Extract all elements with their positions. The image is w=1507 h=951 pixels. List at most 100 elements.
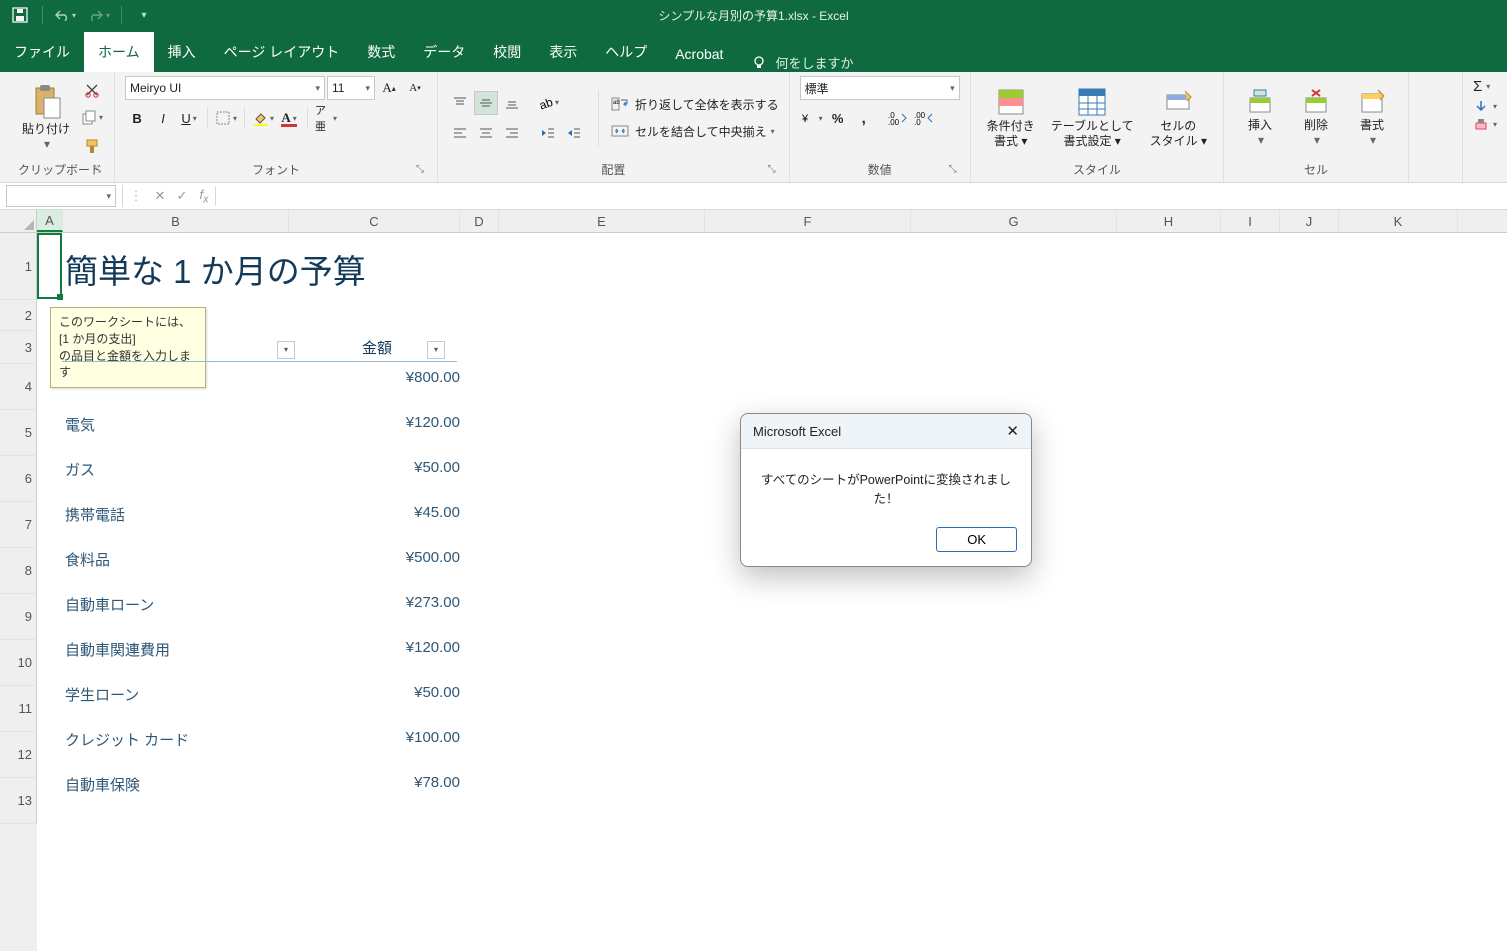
font-size-combo[interactable]: 11▾ [327, 76, 375, 100]
tab-acrobat[interactable]: Acrobat [661, 36, 737, 72]
tab-home[interactable]: ホーム [84, 32, 154, 72]
accounting-format-icon[interactable]: ¥▾ [800, 106, 824, 130]
format-as-table-button[interactable]: テーブルとして 書式設定 ▾ [1045, 85, 1140, 150]
wrap-text-button[interactable]: ab折り返して全体を表示する [611, 96, 779, 113]
number-launcher-icon[interactable]: ⤡ [946, 164, 960, 178]
align-top-icon[interactable] [448, 91, 472, 115]
row-header[interactable]: 11 [0, 686, 37, 732]
underline-icon[interactable]: U▾ [177, 106, 201, 130]
row-header[interactable]: 12 [0, 732, 37, 778]
format-painter-icon[interactable] [80, 134, 104, 158]
tab-data[interactable]: データ [409, 32, 479, 72]
tab-help[interactable]: ヘルプ [591, 32, 661, 72]
bold-icon[interactable]: B [125, 106, 149, 130]
grow-font-icon[interactable]: A▴ [377, 76, 401, 100]
col-header[interactable]: H [1117, 210, 1221, 232]
fill-icon[interactable] [1473, 99, 1489, 113]
redo-icon[interactable]: ▾ [85, 3, 113, 27]
tab-view[interactable]: 表示 [535, 32, 591, 72]
col-header[interactable]: J [1280, 210, 1339, 232]
col-header[interactable]: K [1339, 210, 1458, 232]
row-header[interactable]: 2 [0, 300, 37, 331]
font-launcher-icon[interactable]: ⤡ [413, 164, 427, 178]
close-icon[interactable]: ✕ [1006, 422, 1019, 440]
tab-file[interactable]: ファイル [0, 32, 84, 72]
paste-button[interactable]: 貼り付け▾ [16, 82, 76, 153]
row-header[interactable]: 3 [0, 331, 37, 364]
align-bottom-icon[interactable] [500, 91, 524, 115]
enter-formula-icon[interactable]: ✓ [171, 188, 193, 204]
cut-icon[interactable] [80, 78, 104, 102]
tab-page-layout[interactable]: ページ レイアウト [210, 32, 354, 72]
row-header[interactable]: 1 [0, 233, 37, 300]
align-center-icon[interactable] [474, 121, 498, 145]
row-header[interactable]: 7 [0, 502, 37, 548]
group-number: 標準▾ ¥▾ % , .0.00 .00.0 数値⤡ [790, 72, 971, 182]
clear-icon[interactable] [1473, 117, 1489, 131]
format-cells-button[interactable]: 書式▾ [1346, 86, 1398, 149]
font-name-combo[interactable]: Meiryo UI▾ [125, 76, 325, 100]
shrink-font-icon[interactable]: A▾ [403, 76, 427, 100]
filter-button[interactable]: ▾ [277, 339, 295, 359]
tab-insert[interactable]: 挿入 [154, 32, 210, 72]
number-format-combo[interactable]: 標準▾ [800, 76, 960, 100]
col-header[interactable]: D [460, 210, 499, 232]
col-header[interactable]: E [499, 210, 705, 232]
borders-icon[interactable]: ▾ [214, 106, 238, 130]
col-header[interactable]: B [63, 210, 289, 232]
copy-icon[interactable]: ▾ [80, 106, 104, 130]
formula-input[interactable] [215, 186, 1507, 206]
filter-button[interactable]: ▾ [427, 339, 445, 359]
namebox-handle-icon[interactable]: ⋮ [123, 188, 149, 204]
decrease-decimal-icon[interactable]: .00.0 [912, 106, 936, 130]
font-color-icon[interactable]: A▾ [277, 106, 301, 130]
comma-icon[interactable]: , [852, 106, 876, 130]
align-right-icon[interactable] [500, 121, 524, 145]
row-header[interactable]: 13 [0, 778, 37, 824]
cancel-formula-icon[interactable]: ✕ [149, 188, 171, 204]
fx-icon[interactable]: fx [193, 187, 215, 206]
conditional-format-button[interactable]: 条件付き 書式 ▾ [981, 85, 1041, 150]
select-all-corner[interactable] [0, 210, 37, 233]
insert-cells-button[interactable]: 挿入▾ [1234, 86, 1286, 149]
italic-icon[interactable]: I [151, 106, 175, 130]
autosum-icon[interactable]: Σ [1473, 78, 1482, 95]
row-header[interactable]: 8 [0, 548, 37, 594]
undo-icon[interactable]: ▾ [51, 3, 79, 27]
col-header[interactable]: G [911, 210, 1117, 232]
col-header[interactable]: I [1221, 210, 1280, 232]
align-left-icon[interactable] [448, 121, 472, 145]
col-header[interactable]: A [37, 210, 63, 232]
percent-icon[interactable]: % [826, 106, 850, 130]
align-launcher-icon[interactable]: ⤡ [765, 164, 779, 178]
item-amount: ¥100.00 [406, 729, 460, 750]
save-icon[interactable] [6, 3, 34, 27]
tab-review[interactable]: 校閲 [479, 32, 535, 72]
row-header[interactable]: 10 [0, 640, 37, 686]
qat-customize-icon[interactable]: ▾ [130, 3, 158, 27]
increase-decimal-icon[interactable]: .0.00 [886, 106, 910, 130]
increase-indent-icon[interactable] [562, 121, 586, 145]
name-box[interactable]: ▾ [6, 185, 116, 207]
tab-formulas[interactable]: 数式 [353, 32, 409, 72]
delete-cells-button[interactable]: 削除▾ [1290, 86, 1342, 149]
cell-styles-button[interactable]: セルの スタイル ▾ [1144, 85, 1213, 150]
fill-color-icon[interactable]: ▾ [251, 106, 275, 130]
decrease-indent-icon[interactable] [536, 121, 560, 145]
align-middle-icon[interactable] [474, 91, 498, 115]
row-header[interactable]: 9 [0, 594, 37, 640]
row-header[interactable]: 5 [0, 410, 37, 456]
tell-me-search[interactable]: 何をしますか [751, 53, 853, 72]
orientation-icon[interactable]: ab▾ [536, 91, 560, 115]
col-header[interactable]: C [289, 210, 460, 232]
col-header[interactable]: F [705, 210, 911, 232]
phonetic-icon[interactable]: ア亜▾ [314, 106, 338, 130]
svg-text:.00: .00 [888, 118, 900, 126]
ok-button[interactable]: OK [936, 527, 1017, 552]
row-header[interactable]: 6 [0, 456, 37, 502]
active-cell[interactable] [37, 233, 62, 299]
row-header[interactable]: 4 [0, 364, 37, 410]
merge-center-button[interactable]: セルを結合して中央揃え▾ [611, 123, 779, 140]
item-amount: ¥120.00 [406, 639, 460, 660]
clipboard-launcher-icon[interactable]: ⤡ [90, 164, 104, 178]
